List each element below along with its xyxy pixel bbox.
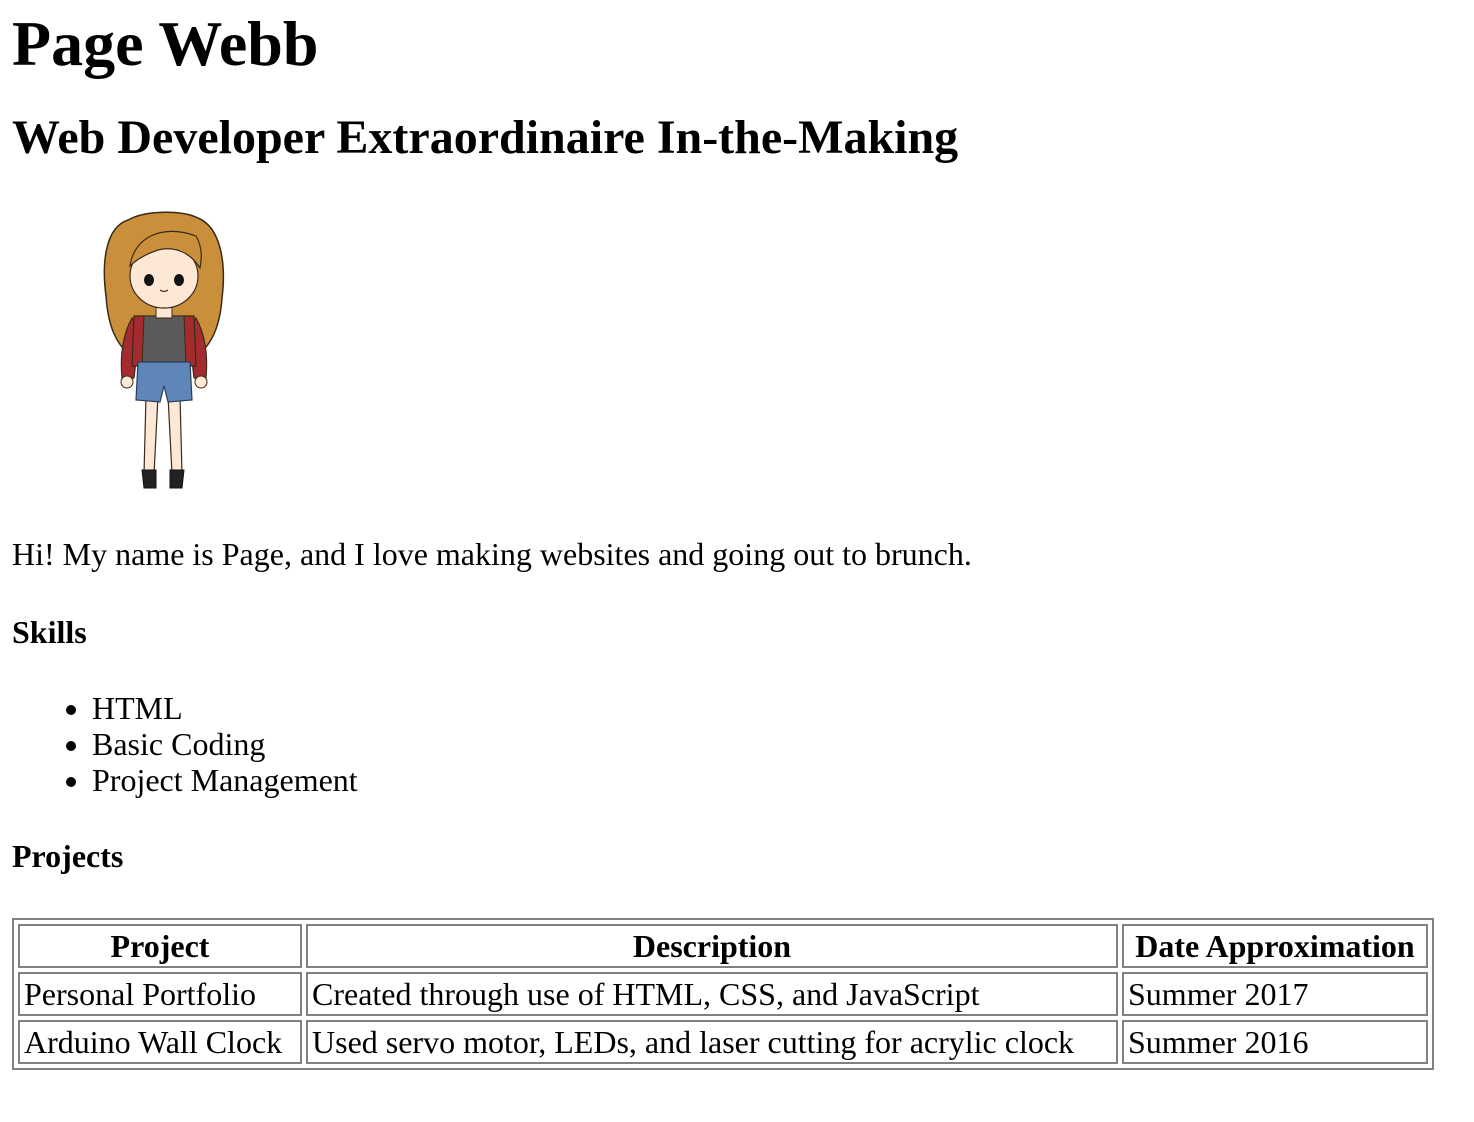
avatar	[103, 211, 225, 489]
avatar-eye-left	[144, 274, 154, 286]
projects-table: Project Description Date Approximation P…	[12, 918, 1434, 1070]
skills-list: HTML Basic Coding Project Management	[12, 690, 1462, 798]
table-cell: Personal Portfolio	[18, 972, 302, 1016]
table-cell: Used servo motor, LEDs, and laser cuttin…	[306, 1020, 1118, 1064]
table-cell: Summer 2016	[1122, 1020, 1428, 1064]
skills-heading: Skills	[12, 614, 87, 650]
avatar-hand-left	[120, 375, 134, 389]
projects-heading: Projects	[12, 838, 124, 874]
avatar-eye-right	[174, 274, 184, 286]
table-row: Arduino Wall Clock Used servo motor, LED…	[18, 1020, 1428, 1064]
table-cell: Created through use of HTML, CSS, and Ja…	[306, 972, 1118, 1016]
avatar-shorts	[135, 361, 193, 403]
intro-text: Hi! My name is Page, and I love making w…	[12, 536, 972, 572]
avatar-shirt	[141, 315, 187, 367]
column-header-date: Date Approximation	[1122, 924, 1428, 968]
list-item: Project Management	[92, 762, 1462, 798]
page: Page Webb Web Developer Extraordinaire I…	[0, 0, 1474, 1070]
avatar-hand-right	[194, 375, 208, 389]
avatar-leg-left	[143, 395, 159, 475]
table-cell: Arduino Wall Clock	[18, 1020, 302, 1064]
list-item: Basic Coding	[92, 726, 1462, 762]
table-cell: Summer 2017	[1122, 972, 1428, 1016]
column-header-project: Project	[18, 924, 302, 968]
avatar-boot-right	[169, 469, 185, 489]
table-row: Personal Portfolio Created through use o…	[18, 972, 1428, 1016]
column-header-description: Description	[306, 924, 1118, 968]
table-header-row: Project Description Date Approximation	[18, 924, 1428, 968]
avatar-leg-right	[167, 395, 183, 475]
page-title: Page Webb	[12, 8, 319, 79]
avatar-boot-left	[141, 469, 157, 489]
list-item: HTML	[92, 690, 1462, 726]
page-subtitle: Web Developer Extraordinaire In-the-Maki…	[12, 111, 959, 164]
